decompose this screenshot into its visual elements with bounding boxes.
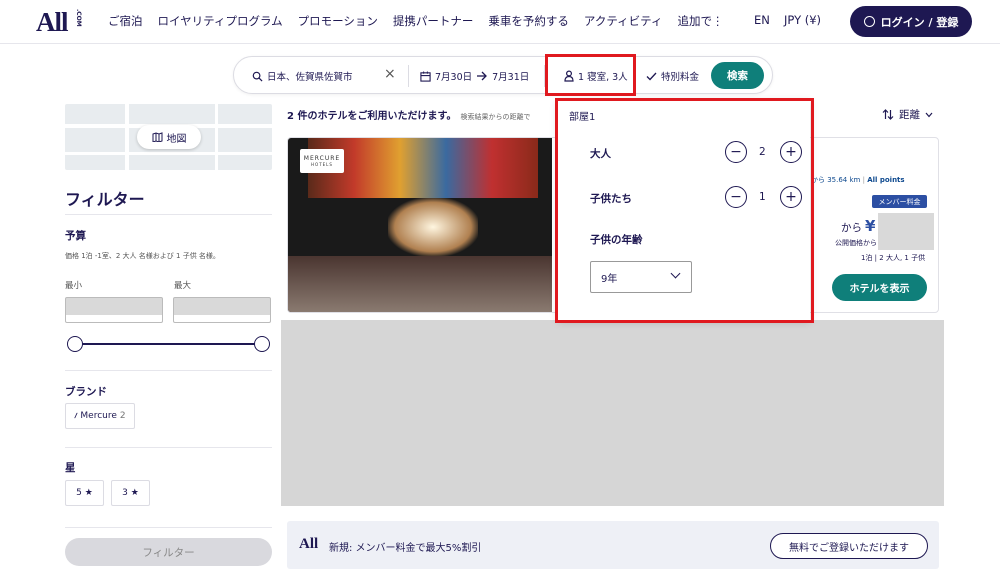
nav-item-stay[interactable]: ご宿泊 [108,13,143,29]
map-button-label: 地図 [166,133,187,145]
all-points-label: All points [867,176,905,184]
divider [408,65,409,87]
nav-item-partners[interactable]: 提携パートナー [393,13,474,29]
price-from-label: から [841,222,862,234]
free-signup-button[interactable]: 無料でご登録いただけます [770,533,928,559]
login-button[interactable]: ログイン / 登録 [850,6,972,37]
search-icon [252,71,263,82]
promo-text: 新規: メンバー料金で最大5%割引 [329,543,482,554]
brand-chip-count: 2 [119,411,126,421]
budget-title: 予算 [65,230,86,242]
max-price-input[interactable] [173,297,271,323]
divider [65,447,272,448]
apply-filter-button[interactable]: フィルター [65,538,272,566]
nav-item-more[interactable]: 追加で⋮ [677,13,723,29]
results-count-text: 2 件のホテルをご利用いただけます。 [287,111,457,122]
check-icon [646,72,657,80]
star-chip-3[interactable]: 3 ★ [111,480,150,506]
chevron-down-icon [925,112,933,117]
logo-suffix: .COM [75,9,82,27]
sort-label: 距離 [899,109,920,121]
special-rate-toggle[interactable]: 特別料金 [646,69,699,83]
mercure-logo-icon: Ⳇ [74,411,78,420]
highlight-rooms-box [545,54,636,96]
divider [65,370,272,371]
price-slider-track [74,343,262,345]
map-button[interactable]: 地図 [137,125,201,149]
show-hotel-button[interactable]: ホテルを表示 [832,274,927,301]
currency-selector[interactable]: JPY (¥) [784,13,821,27]
results-count: 2 件のホテルをご利用いただけます。 検索結果からの距離で [287,107,530,122]
search-bar: 日本、佐賀県佐賀市 × 7月30日 7月31日 1 寝室, 3人 特別料金 検索 [233,56,773,94]
photo-floor [288,256,552,312]
nav-item-rides[interactable]: 乗車を予約する [488,13,569,29]
brand-badge-name: MERCURE [303,155,341,162]
mercure-brand-badge: MERCURE HOTELS [300,149,344,173]
distance-value: から 35.64 km [811,176,861,184]
price-slider-max-handle[interactable] [254,336,270,352]
map-road [215,104,218,170]
currency-symbol: ¥ [865,217,876,235]
top-header: All .COM ご宿泊 ロイヤリティプログラム プロモーション 提携パートナー… [0,0,1000,44]
highlight-dropdown-box [555,98,814,323]
brand-title: ブランド [65,386,107,398]
photo-lobby-light [388,198,478,256]
map-icon [152,132,162,142]
brand-chip-mercure[interactable]: Ⳇ Mercure 2 [65,403,135,429]
public-price-label: 公開価格から [835,239,877,247]
max-price-label: 最大 [174,281,192,291]
sort-selector[interactable]: 距離 [882,107,933,122]
dates-field[interactable]: 7月30日 7月31日 [420,69,529,83]
price-from: から ¥ [841,217,875,235]
calendar-icon [420,70,431,82]
brand-chip-label: Mercure [80,411,117,421]
divider [65,214,272,215]
clear-icon[interactable]: × [384,66,396,82]
sort-note: 検索結果からの距離で [460,113,531,121]
redacted-area [281,320,944,506]
member-rate-badge: メンバー料金 [872,195,927,208]
promo-all-logo: All [299,536,319,552]
brand-badge-sub: HOTELS [311,162,333,167]
sort-arrows-icon [882,109,894,120]
divider [65,527,272,528]
min-price-label: 最小 [65,281,83,291]
price-slider-min-handle[interactable] [67,336,83,352]
special-rate-label: 特別料金 [661,72,700,83]
main-nav: ご宿泊 ロイヤリティプログラム プロモーション 提携パートナー 乗車を予約する … [108,13,738,29]
map-road [65,152,272,155]
nav-item-activities[interactable]: アクティビティ [584,13,663,29]
stars-title: 星 [65,462,76,474]
per-night-label: 1泊 | 2 大人, 1 子供 [861,254,926,262]
language-selector[interactable]: EN [754,13,770,27]
price-redacted [878,213,934,250]
checkout-date: 7月31日 [492,72,530,83]
search-button[interactable]: 検索 [711,62,764,89]
min-price-input[interactable] [65,297,163,323]
login-label: ログイン / 登録 [880,15,959,29]
nav-item-loyalty[interactable]: ロイヤリティプログラム [158,13,283,29]
hotel-distance: から 35.64 km | All points [811,176,905,184]
arrow-right-icon [477,71,488,81]
star-chip-5[interactable]: 5 ★ [65,480,104,506]
user-icon [863,16,875,27]
checkin-date: 7月30日 [435,72,473,83]
map-road [125,104,129,170]
destination-value: 日本、佐賀県佐賀市 [267,72,353,83]
destination-field[interactable]: 日本、佐賀県佐賀市 [252,69,353,83]
filter-title: フィルター [65,190,145,209]
nav-item-promotions[interactable]: プロモーション [298,13,378,29]
budget-note: 価格 1泊 -1室、2 大人 名様および 1 子供 名様。 [65,252,220,260]
all-logo[interactable]: All [36,7,69,38]
